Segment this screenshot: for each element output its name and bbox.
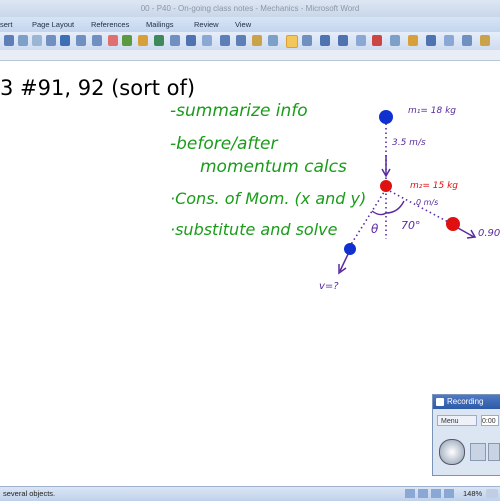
copy-icon[interactable]: [46, 35, 56, 46]
ribbon-tab-bar: sert Page Layout References Mailings Rev…: [0, 17, 500, 32]
eraser-icon[interactable]: [122, 35, 132, 46]
right-velocity-label: 0.90: [478, 228, 500, 239]
angle-label: 70°: [401, 219, 421, 232]
check-icon[interactable]: [60, 35, 70, 46]
table-icon[interactable]: [154, 35, 164, 46]
zoom-level[interactable]: 148%: [463, 489, 482, 498]
undo-icon[interactable]: [76, 35, 86, 46]
v-unknown-label: v=?: [319, 281, 339, 292]
view-full-icon[interactable]: [418, 489, 428, 498]
dotted-path-blue: [349, 188, 387, 247]
omega-icon[interactable]: [236, 35, 246, 46]
help-icon[interactable]: [462, 35, 472, 46]
horizontal-ruler[interactable]: [0, 50, 500, 61]
link-icon[interactable]: [170, 35, 180, 46]
record-button[interactable]: [439, 439, 465, 465]
indent-icon[interactable]: [356, 35, 366, 46]
align-icon[interactable]: [320, 35, 330, 46]
menu-dropdown[interactable]: Menu: [437, 415, 477, 426]
save-icon[interactable]: [18, 35, 28, 46]
tab-review[interactable]: Review: [194, 20, 219, 29]
ball-m2-final: [446, 217, 460, 231]
physics-diagram: m₁= 18 kg 3.5 m/s m₂= 15 kg 0 m/s 70° θ …: [319, 106, 500, 292]
ruler-icon[interactable]: [268, 35, 278, 46]
ball-m1-final: [344, 243, 356, 255]
more-icon[interactable]: [480, 35, 490, 46]
tab-mailings[interactable]: Mailings: [146, 20, 174, 29]
theta-label: θ: [371, 222, 379, 236]
angle-arc-70: [385, 200, 405, 214]
shapes-icon[interactable]: [138, 35, 148, 46]
tab-references[interactable]: References: [91, 20, 129, 29]
v2-label: 0 m/s: [416, 198, 438, 207]
status-text: several objects.: [3, 489, 56, 498]
tab-view[interactable]: View: [235, 20, 251, 29]
recording-panel[interactable]: Recording Menu 0:00: [432, 394, 500, 476]
color-icon[interactable]: [372, 35, 382, 46]
ball-m1: [379, 110, 393, 124]
pen-icon[interactable]: [4, 35, 14, 46]
pi-icon[interactable]: [220, 35, 230, 46]
window-title: 00 - P40 - On-going class notes - Mechan…: [140, 4, 360, 13]
mail-icon[interactable]: [426, 35, 436, 46]
m1-label: m₁= 18 kg: [408, 106, 456, 116]
zoom-out-icon[interactable]: [486, 489, 498, 498]
format-icon[interactable]: [302, 35, 312, 46]
tab-insert[interactable]: sert: [0, 20, 13, 29]
redo-icon[interactable]: [92, 35, 102, 46]
pause-button[interactable]: [470, 443, 486, 461]
ball-m2-initial: [380, 180, 392, 192]
highlight-icon[interactable]: [108, 35, 118, 46]
m2-label: m₂= 15 kg: [410, 181, 458, 191]
folder-icon[interactable]: [408, 35, 418, 46]
angle-arc-theta: [371, 210, 387, 216]
image-icon[interactable]: [390, 35, 400, 46]
options-icon[interactable]: [444, 35, 454, 46]
recorder-icon: [436, 398, 444, 406]
time-counter: 0:00: [481, 415, 499, 426]
tab-page-layout[interactable]: Page Layout: [32, 20, 74, 29]
print-icon[interactable]: [32, 35, 42, 46]
select-icon[interactable]: [286, 35, 298, 48]
quick-toolbar: [0, 32, 500, 51]
stop-button[interactable]: [488, 443, 500, 461]
title-bar: 00 - P40 - On-going class notes - Mechan…: [0, 0, 500, 17]
grid-icon[interactable]: [186, 35, 196, 46]
list-icon[interactable]: [338, 35, 348, 46]
view-print-icon[interactable]: [405, 489, 415, 498]
symbol-icon[interactable]: [202, 35, 212, 46]
v1-label: 3.5 m/s: [392, 138, 426, 148]
chart-icon[interactable]: [252, 35, 262, 46]
document-area[interactable]: 3 #91, 92 (sort of) -summarize info -bef…: [0, 61, 500, 486]
status-bar: several objects. 148%: [0, 486, 500, 501]
view-web-icon[interactable]: [431, 489, 441, 498]
view-outline-icon[interactable]: [444, 489, 454, 498]
